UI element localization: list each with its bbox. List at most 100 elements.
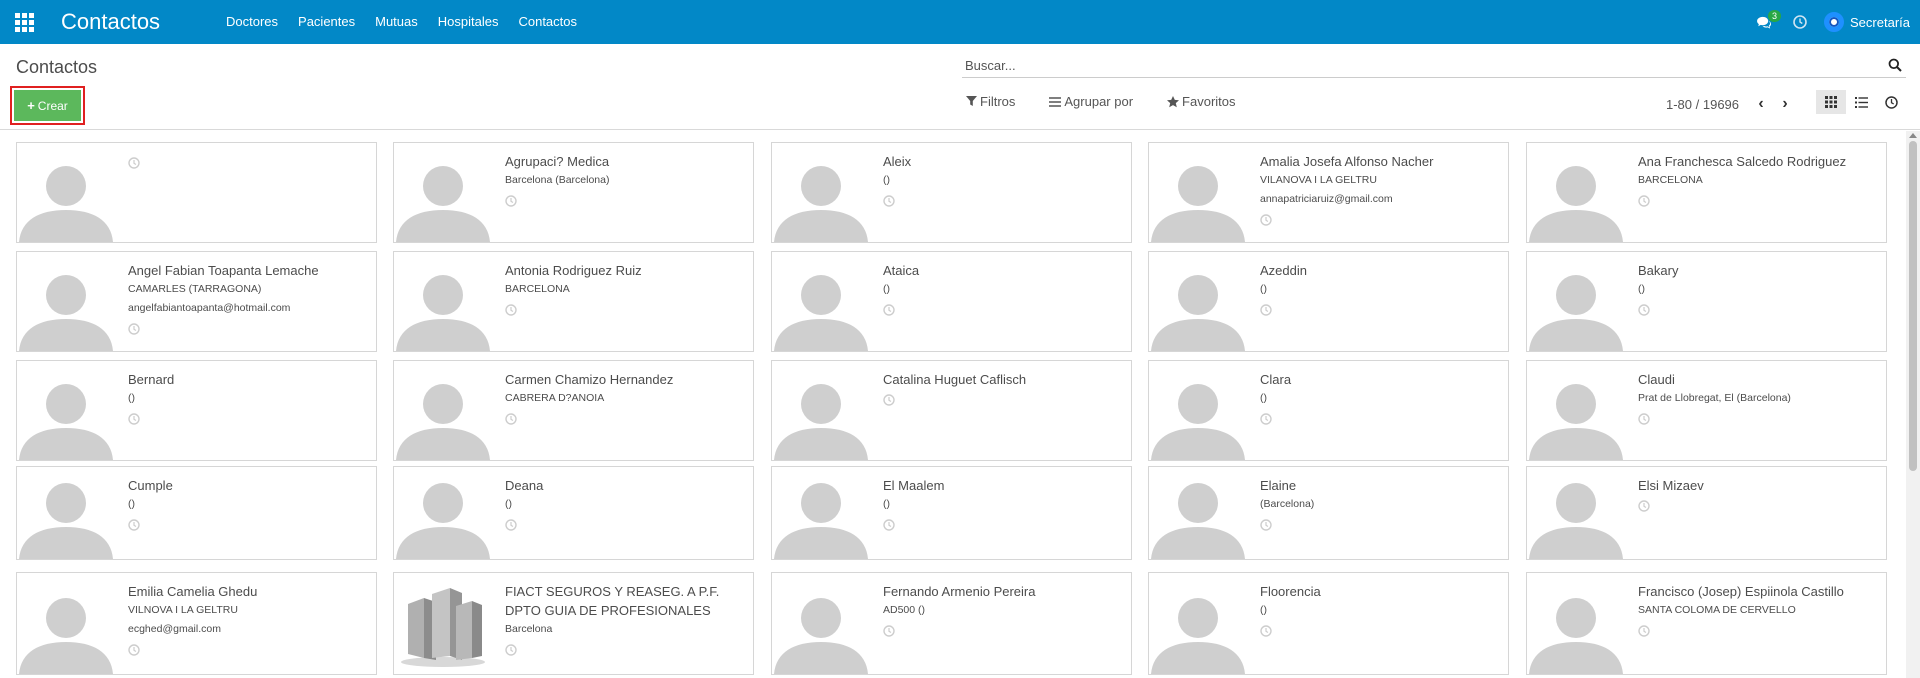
- user-menu[interactable]: Secretaría: [1824, 12, 1910, 32]
- contact-card[interactable]: Floorencia (): [1148, 572, 1509, 675]
- contact-info: Elaine (Barcelona): [1260, 476, 1502, 531]
- contact-detail: VILNOVA I LA GELTRU: [128, 604, 238, 616]
- contact-card[interactable]: Ana Franchesca Salcedo Rodriguez BARCELON…: [1526, 142, 1887, 243]
- list-view-button[interactable]: [1846, 90, 1876, 114]
- app-title[interactable]: Contactos: [61, 9, 216, 35]
- company-image: [394, 584, 492, 668]
- contact-card[interactable]: Carmen Chamizo Hernandez CABRERA D?ANOIA: [393, 360, 754, 461]
- menu-item-hospitales[interactable]: Hospitales: [428, 0, 509, 44]
- contact-card[interactable]: Antonia Rodriguez Ruiz BARCELONA: [393, 251, 754, 352]
- scroll-up-arrow-icon[interactable]: [1909, 133, 1917, 138]
- search-input[interactable]: [962, 58, 1862, 73]
- activity-clock-icon[interactable]: [1638, 412, 1650, 425]
- messages-button[interactable]: 3: [1746, 0, 1782, 44]
- pager-value[interactable]: 1-80 / 19696: [1666, 97, 1739, 112]
- pager-previous-icon[interactable]: ‹: [1751, 95, 1771, 113]
- filter-icon: [966, 96, 977, 106]
- contact-detail: (): [883, 498, 890, 510]
- activity-clock-icon[interactable]: [883, 518, 895, 531]
- pager-next-icon[interactable]: ›: [1775, 95, 1795, 113]
- favorites-label: Favoritos: [1182, 94, 1236, 109]
- grid-icon: [1825, 96, 1837, 108]
- menu-item-mutuas[interactable]: Mutuas: [365, 0, 428, 44]
- kanban-view-button[interactable]: [1816, 90, 1846, 114]
- star-icon: [1167, 95, 1180, 107]
- activity-clock-icon[interactable]: [128, 643, 140, 656]
- favorites-button[interactable]: Favoritos: [1167, 94, 1236, 109]
- contact-card[interactable]: Elsi Mizaev: [1526, 466, 1887, 560]
- activity-clock-icon[interactable]: [1260, 303, 1272, 316]
- activity-clock-icon[interactable]: [1260, 624, 1272, 637]
- activity-button[interactable]: [1782, 0, 1818, 44]
- contact-card[interactable]: Emilia Camelia Ghedu VILNOVA I LA GELTRU e…: [16, 572, 377, 675]
- contact-card[interactable]: Agrupaci? Medica Barcelona (Barcelona): [393, 142, 754, 243]
- contact-card[interactable]: Amalia Josefa Alfonso Nacher VILANOVA I L…: [1148, 142, 1509, 243]
- activity-clock-icon[interactable]: [505, 194, 517, 207]
- contact-card[interactable]: Azeddin (): [1148, 251, 1509, 352]
- create-button[interactable]: + Crear: [14, 90, 81, 121]
- contact-info: Agrupaci? Medica Barcelona (Barcelona): [505, 152, 747, 207]
- contact-card[interactable]: El Maalem (): [771, 466, 1132, 560]
- contact-avatar: [394, 267, 492, 351]
- menu-item-pacientes[interactable]: Pacientes: [288, 0, 365, 44]
- activity-clock-icon[interactable]: [1260, 412, 1272, 425]
- scrollbar[interactable]: [1906, 131, 1920, 678]
- view-switcher: [1816, 90, 1906, 114]
- activity-clock-icon[interactable]: [883, 303, 895, 316]
- contact-info: El Maalem (): [883, 476, 1125, 531]
- contact-card[interactable]: Cumple (): [16, 466, 377, 560]
- activity-clock-icon[interactable]: [128, 322, 140, 335]
- activity-clock-icon[interactable]: [505, 303, 517, 316]
- contact-card[interactable]: Fernando Armenio Pereira AD500 (): [771, 572, 1132, 675]
- activity-clock-icon[interactable]: [505, 643, 517, 656]
- contact-card[interactable]: Claudi Prat de Llobregat, El (Barcelona): [1526, 360, 1887, 461]
- contact-name: Azeddin: [1260, 263, 1307, 278]
- activity-clock-icon[interactable]: [1638, 624, 1650, 637]
- contact-card[interactable]: FIACT SEGUROS Y REASEG. A P.F. DPTO GUIA…: [393, 572, 754, 675]
- contact-name: Agrupaci? Medica: [505, 154, 610, 169]
- contact-card[interactable]: Bakary (): [1526, 251, 1887, 352]
- contact-name: Carmen Chamizo Hernandez: [505, 372, 674, 387]
- messages-count-badge: 3: [1768, 10, 1782, 22]
- activity-clock-icon[interactable]: [505, 412, 517, 425]
- activity-clock-icon[interactable]: [1260, 518, 1272, 531]
- activity-clock-icon[interactable]: [1638, 194, 1650, 207]
- contact-card[interactable]: Clara (): [1148, 360, 1509, 461]
- contact-card[interactable]: Angel Fabian Toapanta Lemache CAMARLES (T…: [16, 251, 377, 352]
- activity-clock-icon[interactable]: [1260, 213, 1272, 226]
- apps-menu-icon[interactable]: [13, 11, 35, 33]
- menu-item-doctores[interactable]: Doctores: [216, 0, 288, 44]
- contact-card[interactable]: Aleix (): [771, 142, 1132, 243]
- search-icon[interactable]: [1888, 58, 1902, 72]
- activity-clock-icon[interactable]: [505, 518, 517, 531]
- contact-info: Angel Fabian Toapanta Lemache CAMARLES (T…: [128, 261, 370, 335]
- activity-clock-icon[interactable]: [1638, 303, 1650, 316]
- contact-card[interactable]: Deana (): [393, 466, 754, 560]
- contact-card[interactable]: Elaine (Barcelona): [1148, 466, 1509, 560]
- contact-card[interactable]: Bernard (): [16, 360, 377, 461]
- contact-detail: AD500 (): [883, 604, 926, 616]
- filters-label: Filtros: [980, 94, 1016, 109]
- scrollbar-thumb[interactable]: [1909, 141, 1917, 471]
- activity-clock-icon[interactable]: [883, 624, 895, 637]
- filters-button[interactable]: Filtros: [966, 94, 1015, 109]
- contact-card[interactable]: Ataica (): [771, 251, 1132, 352]
- activity-clock-icon[interactable]: [1638, 499, 1650, 512]
- activity-clock-icon[interactable]: [883, 393, 895, 406]
- contact-name: Francisco (Josep) Espiinola Castillo: [1638, 584, 1844, 599]
- group-by-button[interactable]: Agrupar por: [1049, 94, 1133, 109]
- contact-card[interactable]: Francisco (Josep) Espiinola Castillo SANT…: [1526, 572, 1887, 675]
- contact-avatar: [1149, 158, 1247, 242]
- contact-info: Amalia Josefa Alfonso Nacher VILANOVA I L…: [1260, 152, 1502, 226]
- contact-card[interactable]: Catalina Huguet Caflisch: [771, 360, 1132, 461]
- menu-item-contactos[interactable]: Contactos: [508, 0, 587, 44]
- activity-view-button[interactable]: [1876, 90, 1906, 114]
- contact-card[interactable]: [16, 142, 377, 243]
- activity-clock-icon[interactable]: [883, 194, 895, 207]
- contact-info: FIACT SEGUROS Y REASEG. A P.F. DPTO GUIA…: [505, 582, 747, 656]
- activity-clock-icon[interactable]: [128, 412, 140, 425]
- list-icon: [1854, 96, 1868, 108]
- contact-avatar: [17, 590, 115, 674]
- activity-clock-icon[interactable]: [128, 518, 140, 531]
- activity-clock-icon[interactable]: [128, 156, 140, 169]
